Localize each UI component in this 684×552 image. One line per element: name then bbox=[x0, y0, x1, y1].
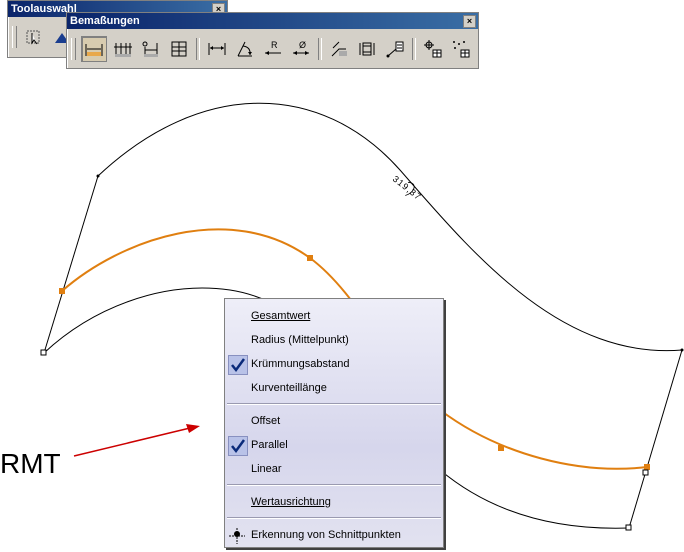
angle-dimension-button[interactable] bbox=[233, 37, 257, 61]
menu-item-gesamtwert[interactable]: Gesamtwert bbox=[225, 305, 443, 327]
length-dimension-button[interactable] bbox=[205, 37, 229, 61]
menu-item-label: Offset bbox=[251, 415, 281, 427]
menu-item-label: Gesamtwert bbox=[251, 310, 311, 322]
coordinate-dimension-button[interactable] bbox=[383, 37, 407, 61]
hole-table-button[interactable] bbox=[421, 37, 445, 61]
dimensions-toolbar[interactable]: Bemaßungen × R Ø bbox=[66, 12, 479, 69]
menu-item-parallel[interactable]: Parallel bbox=[225, 434, 443, 456]
menu-item-offset[interactable]: Offset bbox=[225, 410, 443, 432]
menu-item-wertausrichtung[interactable]: Wertausrichtung bbox=[225, 491, 443, 513]
thread-dimension-button[interactable] bbox=[355, 37, 379, 61]
point-marker[interactable] bbox=[59, 288, 65, 294]
annotation-arrow-line bbox=[73, 427, 191, 457]
menu-item-label: Krümmungsabstand bbox=[251, 358, 350, 370]
svg-text:R: R bbox=[271, 40, 278, 50]
endpoint-dot bbox=[680, 348, 684, 352]
radius-dimension-icon: R bbox=[265, 40, 281, 55]
hole-table-icon bbox=[424, 40, 442, 58]
dimensions-close-button[interactable]: × bbox=[463, 15, 476, 28]
menu-item-kurventeillaenge[interactable]: Kurventeillänge bbox=[225, 377, 443, 399]
menu-item-label: Wertausrichtung bbox=[251, 496, 331, 508]
length-dimension-icon bbox=[208, 43, 226, 55]
point-coordinate-table-button[interactable] bbox=[449, 37, 473, 61]
stacked-dimension-icon bbox=[171, 41, 187, 57]
annotation-arrow-head bbox=[186, 424, 200, 433]
toolbar-separator bbox=[318, 38, 322, 60]
menu-separator bbox=[227, 484, 441, 486]
check-icon bbox=[228, 436, 248, 456]
point-coordinate-table-icon bbox=[453, 41, 470, 58]
menu-item-linear[interactable]: Linear bbox=[225, 458, 443, 480]
toolbar-separator bbox=[196, 38, 200, 60]
arc-length-dimension-icon bbox=[85, 44, 103, 56]
radius-dimension-button[interactable]: R bbox=[261, 37, 285, 61]
right-boundary-line[interactable] bbox=[628, 349, 683, 529]
cumulated-dimension-icon bbox=[142, 41, 158, 57]
thread-dimension-icon bbox=[359, 42, 375, 56]
menu-separator bbox=[227, 517, 441, 519]
menu-item-label: Erkennung von Schnittpunkten bbox=[251, 529, 401, 541]
left-boundary-line[interactable] bbox=[43, 175, 99, 354]
chained-dimension-icon bbox=[114, 43, 132, 57]
menu-item-kruemmungsabstand[interactable]: Krümmungsabstand bbox=[225, 353, 443, 375]
coordinate-dimension-icon bbox=[386, 41, 404, 58]
toolbar-grip[interactable] bbox=[71, 38, 76, 60]
vertex-marker[interactable] bbox=[642, 469, 649, 476]
point-marker[interactable] bbox=[498, 445, 504, 451]
dimensions-titlebar[interactable]: Bemaßungen × bbox=[67, 13, 478, 29]
point-marker[interactable] bbox=[307, 255, 313, 261]
diameter-dimension-button[interactable]: Ø bbox=[289, 37, 313, 61]
menu-item-label: Radius (Mittelpunkt) bbox=[251, 334, 349, 346]
dimensions-title: Bemaßungen bbox=[70, 15, 140, 27]
chained-dimension-button[interactable] bbox=[111, 37, 135, 61]
svg-text:Ø: Ø bbox=[299, 40, 306, 50]
point-marker[interactable] bbox=[644, 464, 650, 470]
chamfer-dimension-icon bbox=[331, 41, 347, 57]
menu-separator bbox=[227, 403, 441, 405]
arc-length-dimension-button[interactable] bbox=[81, 36, 107, 62]
angle-dimension-icon bbox=[237, 41, 252, 57]
menu-item-radius-mittelpunkt[interactable]: Radius (Mittelpunkt) bbox=[225, 329, 443, 351]
stacked-dimension-button[interactable] bbox=[167, 37, 191, 61]
dimension-context-menu[interactable]: Gesamtwert Radius (Mittelpunkt) Krümmung… bbox=[224, 298, 444, 548]
intersection-detection-icon bbox=[229, 528, 245, 544]
dimension-annotation[interactable]: 319,37 bbox=[390, 172, 425, 204]
chamfer-dimension-button[interactable] bbox=[327, 37, 351, 61]
select-tool-button[interactable] bbox=[22, 25, 46, 49]
menu-item-erkennung-schnittpunkte[interactable]: Erkennung von Schnittpunkten bbox=[225, 524, 443, 546]
vertex-marker[interactable] bbox=[625, 524, 632, 531]
toolbar-grip[interactable] bbox=[12, 26, 17, 48]
endpoint-dot bbox=[96, 174, 100, 178]
menu-item-label: Linear bbox=[251, 463, 282, 475]
menu-item-label: Parallel bbox=[251, 439, 288, 451]
check-icon bbox=[228, 355, 248, 375]
rmt-annotation-label: RMT bbox=[0, 448, 61, 479]
vertex-marker[interactable] bbox=[40, 349, 47, 356]
diameter-dimension-icon: Ø bbox=[293, 40, 309, 55]
select-arrow-icon bbox=[26, 30, 40, 45]
toolbar-separator bbox=[412, 38, 416, 60]
menu-item-label: Kurventeillänge bbox=[251, 382, 327, 394]
cumulated-dimension-button[interactable] bbox=[139, 37, 163, 61]
